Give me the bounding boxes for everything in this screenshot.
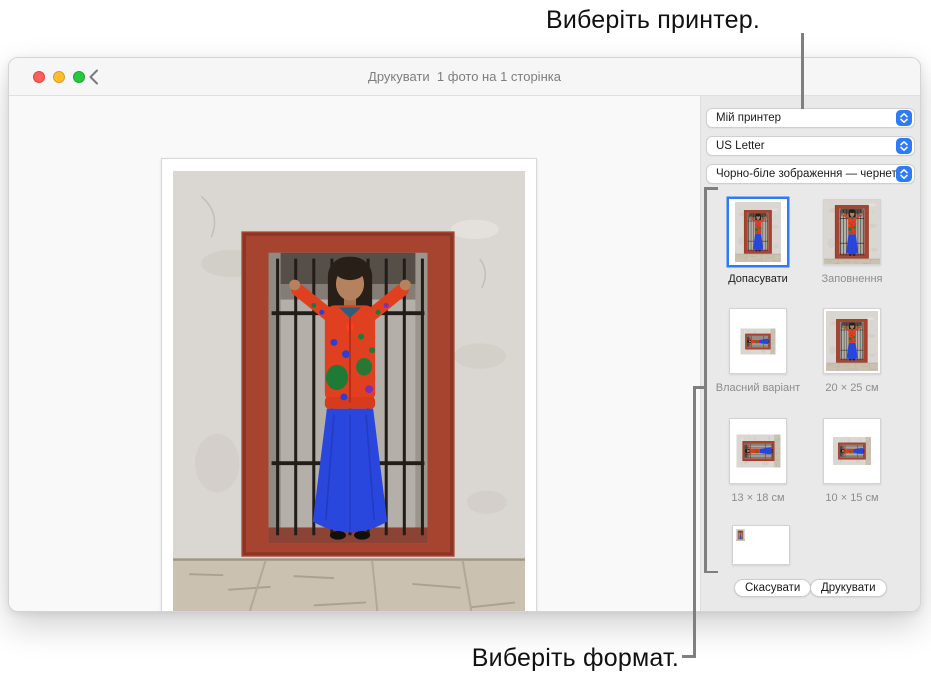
format-label-fit: Допасувати [713, 273, 803, 285]
callout-select-format: Виберіть формат. [472, 644, 679, 673]
color-mode-select-value: Чорно-біле зображення — чернетка [716, 168, 896, 180]
callout-select-printer: Виберіть принтер. [546, 6, 760, 35]
format-option-20x25[interactable] [823, 308, 881, 374]
stepper-icon [896, 138, 912, 154]
callout-format-horizontal [682, 655, 696, 658]
format-label-fill: Заповнення [807, 273, 897, 285]
window-title: Друкувати 1 фото на 1 сторінка [9, 69, 920, 84]
format-thumbnail [833, 437, 871, 465]
format-label-custom: Власний варіант [713, 382, 803, 394]
zoom-button[interactable] [73, 71, 85, 83]
format-thumbnail [735, 202, 781, 262]
format-option-contact-sheet[interactable] [732, 525, 790, 565]
color-mode-select[interactable]: Чорно-біле зображення — чернетка [706, 164, 915, 184]
print-options-panel: Мій принтер US Letter Чорно-біле зображе… [700, 96, 920, 612]
screenshot-root: { "callouts": { "printer": "Виберіть при… [0, 0, 931, 681]
stepper-icon [896, 110, 912, 126]
traffic-lights [33, 71, 85, 83]
printer-select[interactable]: Мій принтер [706, 108, 915, 128]
format-option-fit[interactable] [729, 199, 787, 265]
print-button[interactable]: Друкувати [810, 579, 887, 597]
preview-photo [173, 171, 525, 612]
titlebar: Друкувати 1 фото на 1 сторінка [9, 58, 920, 96]
printer-select-value: Мій принтер [716, 112, 896, 124]
close-button[interactable] [33, 71, 45, 83]
back-button[interactable] [85, 68, 103, 86]
format-option-13x18[interactable] [729, 418, 787, 484]
format-label-20x25: 20 × 25 см [807, 382, 897, 394]
print-preview-area [9, 96, 700, 612]
format-thumbnail [741, 328, 776, 354]
cancel-button[interactable]: Скасувати [734, 579, 811, 597]
format-thumbnail [736, 529, 745, 541]
format-thumbnail [824, 199, 880, 265]
callout-printer-line [801, 33, 804, 109]
format-thumbnail [736, 435, 780, 468]
format-label-13x18: 13 × 18 см [713, 492, 803, 504]
print-dialog-window: Друкувати 1 фото на 1 сторінка Мій принт… [8, 57, 921, 612]
format-bracket-vertical [704, 187, 707, 573]
paper-size-select-value: US Letter [716, 140, 896, 152]
format-thumbnail [826, 311, 878, 371]
format-option-custom[interactable] [729, 308, 787, 374]
callout-format-vertical [693, 386, 696, 657]
format-label-10x15: 10 × 15 см [807, 492, 897, 504]
paper-size-select[interactable]: US Letter [706, 136, 915, 156]
stepper-icon [896, 166, 912, 182]
format-option-fill[interactable] [823, 199, 881, 265]
format-option-10x15[interactable] [823, 418, 881, 484]
preview-page-sheet [161, 158, 537, 612]
format-bracket-tick-top [704, 187, 718, 190]
format-bracket-tick-bottom [704, 571, 718, 574]
chevron-left-icon [87, 68, 101, 86]
minimize-button[interactable] [53, 71, 65, 83]
